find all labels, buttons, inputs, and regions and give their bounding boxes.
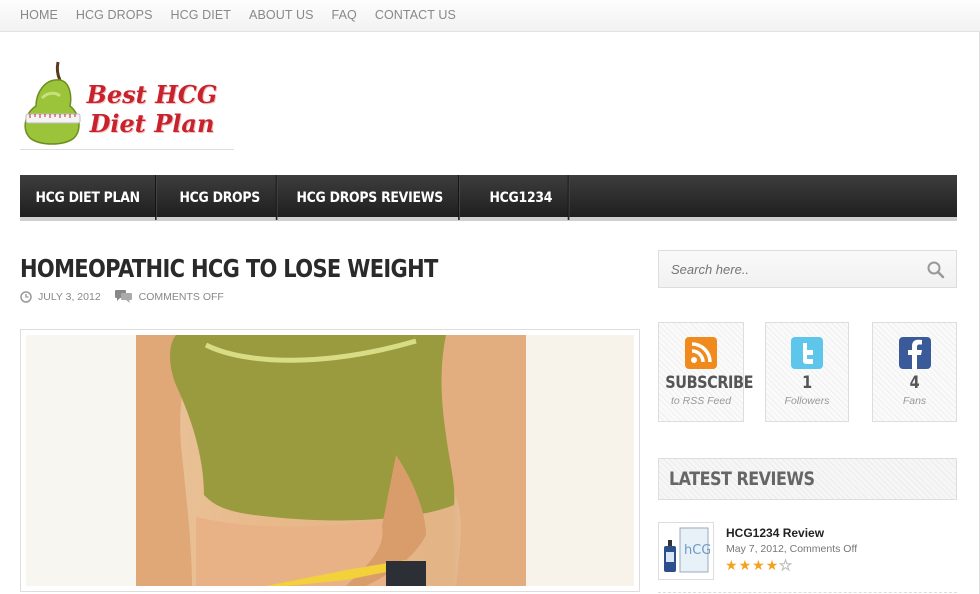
- social-label-facebook: Fans: [902, 395, 927, 407]
- post-title[interactable]: HOMEOPATHIC HCG TO LOSE WEIGHT: [20, 254, 438, 283]
- top-nav-faq[interactable]: FAQ: [332, 8, 357, 22]
- social-label-twitter: Followers: [784, 395, 830, 407]
- search-box: [658, 250, 957, 288]
- review-title[interactable]: HCG1234 Review: [726, 526, 824, 540]
- logo-line-1: Best HCG: [86, 80, 218, 109]
- main-nav-hcg-diet-plan[interactable]: HCG DIET PLAN: [20, 175, 157, 220]
- main-nav-hcg-drops-reviews[interactable]: HCG DROPS REVIEWS: [281, 175, 460, 220]
- logo-line-2: Diet Plan: [89, 109, 215, 138]
- top-nav-hcg-drops[interactable]: HCG DROPS: [76, 8, 153, 22]
- twitter-followers-box[interactable]: 1 Followers: [765, 322, 849, 422]
- pear-icon: [24, 61, 81, 145]
- top-nav: HOME HCG DROPS HCG DIET ABOUT US FAQ CON…: [20, 8, 456, 22]
- main-nav-hcg1234[interactable]: HCG1234: [474, 175, 569, 220]
- social-label-rss: to RSS Feed: [670, 395, 732, 407]
- review-item[interactable]: hCG HCG1234 Review May 7, 2012, Comments…: [658, 522, 957, 586]
- featured-image[interactable]: [20, 329, 640, 592]
- svg-text:hCG: hCG: [684, 543, 710, 558]
- star-icon: ★: [725, 557, 738, 573]
- social-count-rss: SUBSCRIBE: [665, 373, 754, 393]
- top-nav-contact-us[interactable]: CONTACT US: [375, 8, 456, 22]
- star-empty-icon: ★: [779, 557, 793, 573]
- top-nav-home[interactable]: HOME: [20, 8, 58, 22]
- social-count-facebook: 4: [909, 373, 920, 393]
- top-nav-hcg-diet[interactable]: HCG DIET: [171, 8, 232, 22]
- post-comments[interactable]: COMMENTS OFF: [139, 291, 224, 303]
- featured-photo: [26, 335, 634, 586]
- facebook-fans-box[interactable]: 4 Fans: [872, 322, 957, 422]
- post-meta: JULY 3, 2012 COMMENTS OFF: [20, 290, 224, 303]
- rss-icon: [685, 337, 717, 369]
- widget-title: LATEST REVIEWS: [669, 468, 815, 490]
- logo-text: Best HCG Diet Plan: [86, 80, 218, 138]
- top-nav-about-us[interactable]: ABOUT US: [249, 8, 313, 22]
- review-meta: May 7, 2012, Comments Off: [726, 543, 858, 555]
- facebook-icon: [898, 337, 931, 369]
- social-count-twitter: 1: [802, 373, 812, 393]
- post-date: JULY 3, 2012: [38, 290, 101, 303]
- main-nav-hcg-drops[interactable]: HCG DROPS: [164, 175, 277, 220]
- star-icon: ★: [752, 557, 765, 573]
- widget-divider: [658, 592, 957, 593]
- twitter-icon: [791, 337, 823, 369]
- main-nav: HCG DIET PLAN HCG DROPS HCG DROPS REVIEW…: [20, 175, 957, 221]
- top-bar: HOME HCG DROPS HCG DIET ABOUT US FAQ CON…: [0, 0, 980, 32]
- latest-reviews-heading: LATEST REVIEWS: [658, 458, 957, 500]
- search-input[interactable]: [659, 261, 909, 277]
- site-logo[interactable]: Best HCG Diet Plan: [20, 56, 234, 150]
- comments-icon: [114, 290, 132, 303]
- search-icon[interactable]: [926, 260, 946, 280]
- review-thumbnail[interactable]: hCG: [658, 522, 714, 580]
- review-rating: ★ ★ ★ ★ ★: [725, 557, 793, 573]
- star-icon: ★: [738, 557, 752, 573]
- star-icon: ★: [765, 557, 779, 573]
- subscribe-rss-box[interactable]: SUBSCRIBE to RSS Feed: [658, 322, 754, 422]
- clock-icon: [20, 290, 32, 303]
